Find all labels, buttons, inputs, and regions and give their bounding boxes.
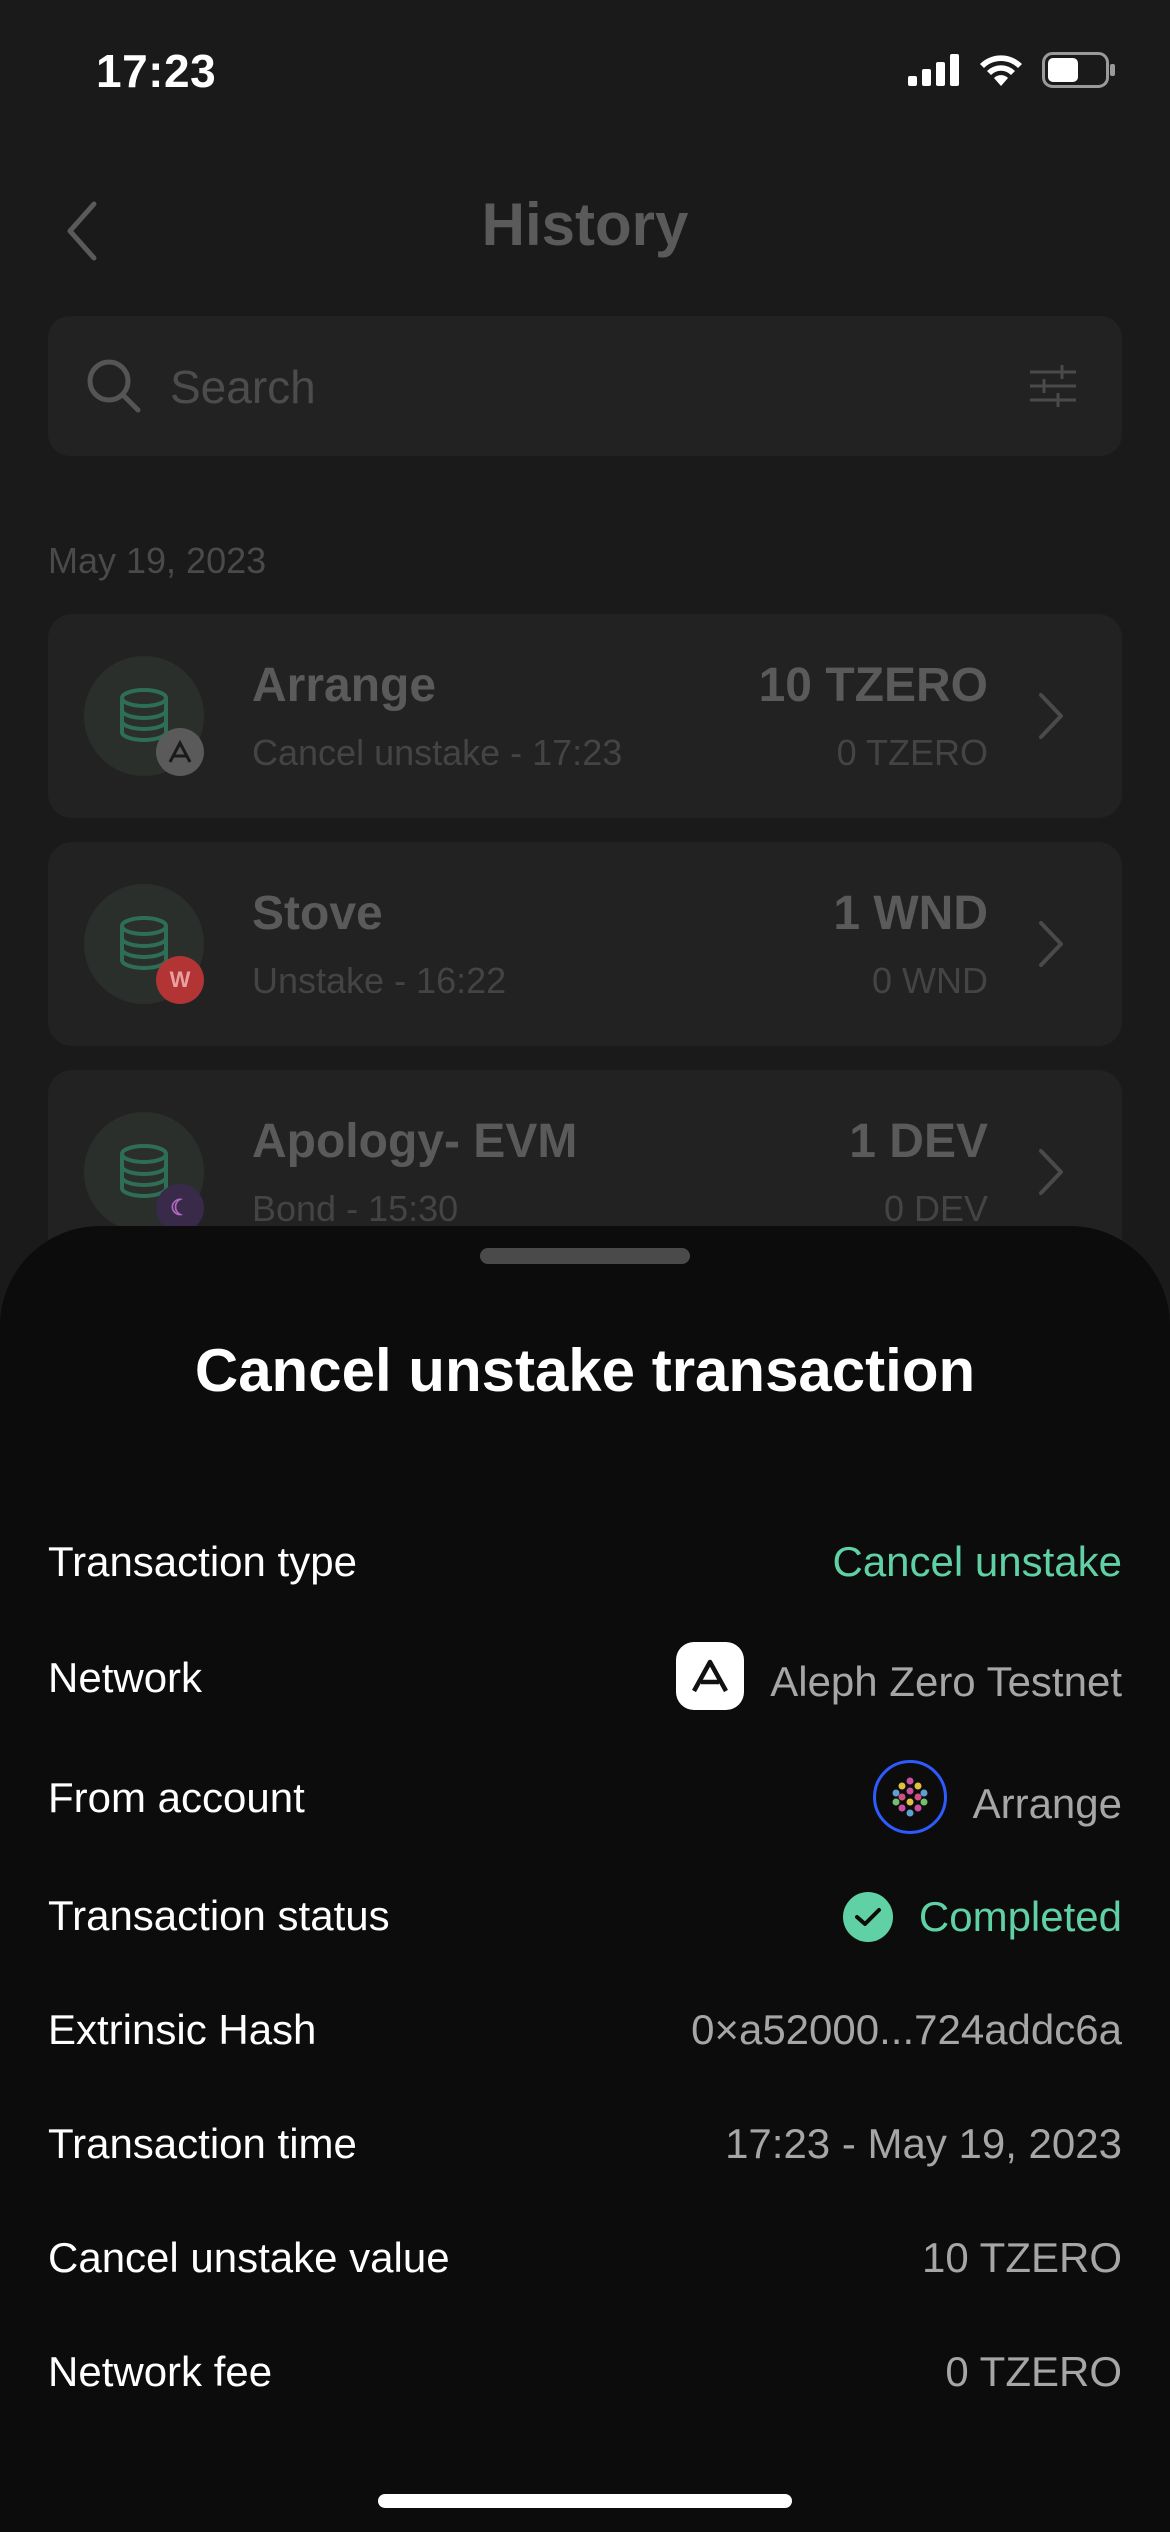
sheet-title: Cancel unstake transaction [194, 1337, 976, 1404]
detail-value: Cancel unstake [832, 1538, 1122, 1586]
network-value: Aleph Zero Testnet [770, 1658, 1122, 1705]
detail-label: Transaction status [48, 1892, 390, 1939]
extrinsic-hash-value[interactable]: 0×a52000...724addc6a [691, 2006, 1122, 2054]
aleph-zero-icon [156, 728, 204, 776]
detail-value: Completed [842, 1892, 1122, 1942]
detail-label: From account [48, 1774, 305, 1821]
search-box[interactable] [48, 316, 1122, 458]
tx-amount: 10 TZERO [758, 659, 988, 712]
detail-row-from-account: From account Arrange [48, 1760, 1122, 1840]
screen: 17:23 History Search May 19, 2023 Arrang… [0, 0, 1170, 2532]
nav-header: History [0, 170, 1170, 290]
tx-amount: 1 WND [833, 887, 988, 940]
tx-name: Stove [252, 887, 383, 940]
history-date-label: May 19, 2023 [48, 540, 267, 581]
chevron-right-icon [1039, 1149, 1063, 1195]
history-list-item[interactable]: W Stove Unstake - 16:22 1 WND 0 WND [48, 842, 1122, 1046]
detail-row-transaction-type: Transaction type Cancel unstake [48, 1524, 1122, 1604]
detail-label: Network fee [48, 2348, 273, 2395]
transaction-type-value: Cancel unstake [832, 1538, 1122, 1585]
tx-amount: 1 DEV [849, 1115, 988, 1168]
detail-row-transaction-status: Transaction status Completed [48, 1878, 1122, 1958]
detail-label: Cancel unstake value [48, 2234, 450, 2281]
detail-label: Transaction type [48, 1538, 357, 1585]
search-icon [87, 359, 141, 413]
detail-row-network-fee: Network fee 0 TZERO [48, 2334, 1122, 2414]
tx-subtitle: Cancel unstake - 17:23 [252, 732, 623, 773]
status-icons [908, 52, 1116, 88]
wifi-icon [980, 55, 1022, 86]
tx-fee: 0 DEV [883, 1188, 988, 1229]
from-account-value: Arrange [972, 1780, 1122, 1827]
tx-fee: 0 TZERO [836, 732, 988, 773]
tx-name: Arrange [252, 659, 437, 712]
westend-icon: W [156, 956, 204, 1004]
sheet-drag-handle[interactable] [480, 1248, 690, 1264]
aleph-zero-icon [676, 1642, 745, 1710]
filter-sliders-icon[interactable] [1028, 362, 1078, 410]
detail-row-transaction-time: Transaction time 17:23 - May 19, 2023 [48, 2106, 1122, 2186]
tx-subtitle: Bond - 15:30 [252, 1188, 459, 1229]
status-bar: 17:23 [0, 0, 1170, 150]
home-indicator[interactable] [378, 2494, 792, 2508]
page-title: History [481, 191, 689, 258]
transaction-time-value: 17:23 - May 19, 2023 [725, 2120, 1122, 2167]
detail-value: Arrange [872, 1760, 1122, 1834]
detail-row-network: Network Aleph Zero Testnet [48, 1640, 1122, 1720]
tx-name: Apology- EVM [252, 1115, 578, 1168]
detail-label: Transaction time [48, 2120, 357, 2167]
battery-icon [1042, 52, 1115, 88]
search-input[interactable] [168, 316, 992, 458]
detail-label: Extrinsic Hash [48, 2006, 317, 2053]
check-circle-icon [842, 1892, 893, 1942]
transaction-status-value: Completed [918, 1893, 1122, 1940]
cellular-signal-icon [908, 54, 959, 86]
chevron-right-icon [1039, 921, 1063, 967]
detail-label: Network [48, 1654, 203, 1701]
account-identicon-icon [872, 1760, 947, 1834]
detail-value: Aleph Zero Testnet [676, 1642, 1122, 1710]
network-fee-value: 0 TZERO [945, 2348, 1122, 2395]
chevron-right-icon [1039, 693, 1063, 739]
detail-row-extrinsic-hash: Extrinsic Hash 0×a52000...724addc6a [48, 1992, 1122, 2072]
transaction-detail-sheet: Cancel unstake transaction Transaction t… [0, 1226, 1170, 2532]
detail-row-cancel-unstake-value: Cancel unstake value 10 TZERO [48, 2220, 1122, 2300]
moonbase-icon: ☾ [156, 1184, 204, 1232]
tx-fee: 0 WND [872, 960, 988, 1001]
tx-subtitle: Unstake - 16:22 [252, 960, 507, 1001]
status-time: 17:23 [96, 45, 217, 97]
history-list-item[interactable]: Arrange Cancel unstake - 17:23 10 TZERO … [48, 614, 1122, 818]
cancel-unstake-value: 10 TZERO [922, 2234, 1122, 2281]
